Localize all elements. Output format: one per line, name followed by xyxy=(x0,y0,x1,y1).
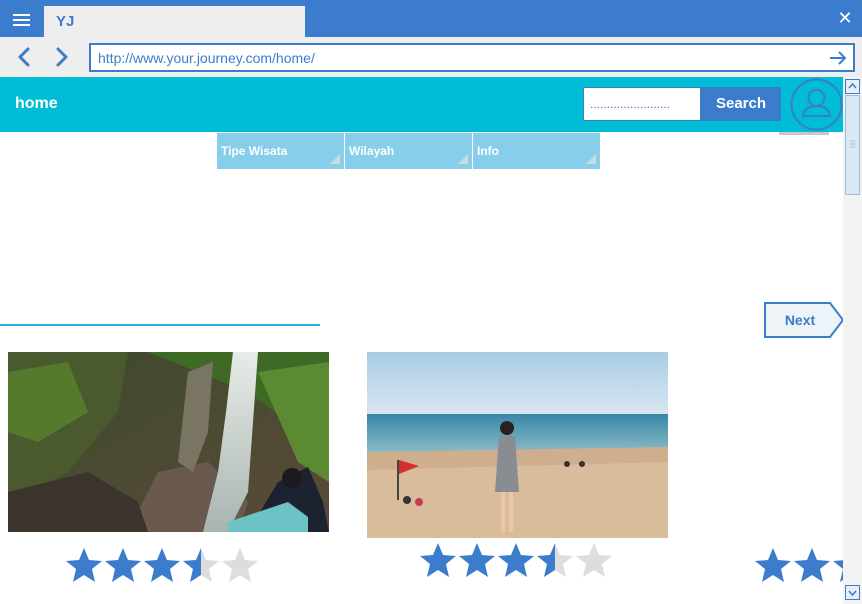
star-icon xyxy=(755,548,791,582)
waterfall-photo xyxy=(8,352,329,532)
grip-icon xyxy=(850,140,855,148)
star-icon xyxy=(222,548,258,582)
close-icon[interactable]: ✕ xyxy=(836,7,854,29)
rating-stars-2 xyxy=(420,543,612,577)
star-icon xyxy=(66,548,102,582)
search-button[interactable]: Search xyxy=(701,87,781,121)
filter-info[interactable]: Info xyxy=(473,133,600,169)
chevron-right-icon[interactable] xyxy=(50,46,72,68)
star-icon xyxy=(183,548,219,582)
url-text: http://www.your.journey.com/home/ xyxy=(98,50,315,66)
card-image-beach[interactable] xyxy=(367,352,668,538)
dropdown-corner-icon xyxy=(330,154,340,164)
chevron-left-icon[interactable] xyxy=(14,46,36,68)
dropdown-corner-icon xyxy=(458,154,468,164)
section-divider xyxy=(0,324,320,326)
search-input[interactable] xyxy=(583,87,701,121)
site-header: home Search xyxy=(0,77,843,132)
star-icon xyxy=(794,548,830,582)
beach-photo xyxy=(367,352,668,538)
star-icon xyxy=(105,548,141,582)
header-shadow xyxy=(779,132,829,135)
tab-title: YJ xyxy=(56,13,75,30)
star-icon xyxy=(498,543,534,577)
chevron-up-icon xyxy=(848,82,857,89)
scroll-down-button[interactable] xyxy=(845,585,860,600)
star-icon xyxy=(420,543,456,577)
next-button[interactable]: Next xyxy=(764,302,844,338)
address-bar[interactable]: http://www.your.journey.com/home/ xyxy=(89,43,855,72)
rating-stars-3 xyxy=(755,548,843,582)
home-link[interactable]: home xyxy=(15,95,58,113)
navigation-bar: http://www.your.journey.com/home/ xyxy=(0,37,862,77)
star-icon xyxy=(144,548,180,582)
filter-tipe-wisata[interactable]: Tipe Wisata xyxy=(217,133,344,169)
vertical-scrollbar[interactable] xyxy=(843,77,862,604)
browser-tab[interactable]: YJ xyxy=(44,6,305,37)
browser-window: YJ ✕ http://www.your.journey.com/home/ h… xyxy=(0,0,862,604)
dropdown-corner-icon xyxy=(586,154,596,164)
card-image-waterfall[interactable] xyxy=(8,352,329,532)
star-icon xyxy=(537,543,573,577)
scroll-thumb[interactable] xyxy=(845,95,860,195)
tab-bar: YJ ✕ xyxy=(0,0,862,37)
star-icon xyxy=(833,548,843,582)
hamburger-icon[interactable] xyxy=(8,8,36,32)
rating-stars-1 xyxy=(66,548,258,582)
scroll-up-button[interactable] xyxy=(845,79,860,94)
next-label: Next xyxy=(784,312,816,328)
star-icon xyxy=(459,543,495,577)
filter-label: Info xyxy=(477,144,499,158)
star-icon xyxy=(576,543,612,577)
filter-wilayah[interactable]: Wilayah xyxy=(345,133,472,169)
arrow-right-icon[interactable] xyxy=(829,49,847,67)
filter-label: Wilayah xyxy=(349,144,395,158)
chevron-down-icon xyxy=(848,590,857,597)
user-icon[interactable] xyxy=(790,78,843,131)
filter-label: Tipe Wisata xyxy=(221,144,288,158)
